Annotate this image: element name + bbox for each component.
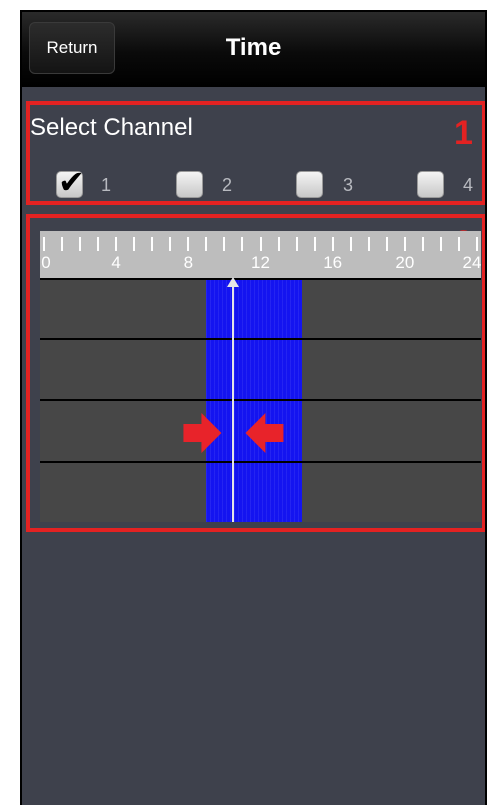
select-channel-title: Select Channel: [30, 114, 193, 141]
ruler-tick: [187, 237, 190, 251]
ruler-tick: [331, 237, 334, 251]
ruler-tick: [241, 237, 244, 251]
ruler-tick: [61, 237, 64, 251]
ruler-label: 16: [323, 253, 343, 272]
ruler-tick: [385, 237, 388, 251]
channel-1-label: 1: [101, 175, 112, 195]
ruler-tick: [476, 237, 478, 251]
ruler-tick: [97, 237, 100, 251]
annotation-label-1: 1: [454, 114, 473, 152]
app-screen: Return Time 1 Select Channel ✔ 1 2 3 4 2…: [20, 10, 487, 805]
page-title: Time: [225, 34, 282, 61]
ruler-tick: [421, 237, 424, 251]
ruler-label: 0: [41, 253, 51, 272]
ruler-tick: [79, 237, 82, 251]
channel-4-label: 4: [463, 175, 474, 195]
channel-2-label: 2: [222, 175, 233, 195]
arrow-left-icon: [245, 413, 284, 453]
channel-4-checkbox[interactable]: [417, 171, 444, 198]
time-ruler[interactable]: 0 4 8 12 16 20 24: [40, 231, 481, 278]
ruler-tick: [367, 237, 370, 251]
channel-1-checkbox[interactable]: ✔: [56, 163, 85, 201]
ruler-tick: [313, 237, 316, 251]
ruler-tick: [403, 237, 406, 251]
ruler-tick: [277, 237, 280, 251]
arrow-right-icon: [183, 413, 222, 453]
ruler-tick: [349, 237, 352, 251]
ruler-tick: [133, 237, 136, 251]
channel-3-label: 3: [343, 175, 354, 195]
checkmark-icon: ✔: [58, 163, 85, 201]
ruler-tick: [457, 237, 460, 251]
ruler-tick: [223, 237, 226, 251]
resize-arrows: [183, 413, 284, 453]
ruler-tick: [115, 237, 118, 251]
ruler-tick: [43, 237, 45, 251]
ruler-tick: [295, 237, 298, 251]
ruler-label: 4: [111, 253, 121, 272]
ruler-label: 12: [251, 253, 270, 272]
timeline-grid[interactable]: [40, 277, 481, 522]
ruler-label: 8: [183, 253, 194, 272]
ruler-tick: [169, 237, 172, 251]
ruler-tick: [439, 237, 442, 251]
ruler-tick: [151, 237, 154, 251]
ruler-label: 24: [462, 253, 482, 272]
channel-3-checkbox[interactable]: [296, 171, 323, 198]
title-bar: Return Time: [22, 12, 485, 87]
ruler-tick: [259, 237, 262, 251]
ruler-label: 20: [395, 253, 415, 272]
ruler-tick: [205, 237, 208, 251]
channel-2-checkbox[interactable]: [176, 171, 203, 198]
